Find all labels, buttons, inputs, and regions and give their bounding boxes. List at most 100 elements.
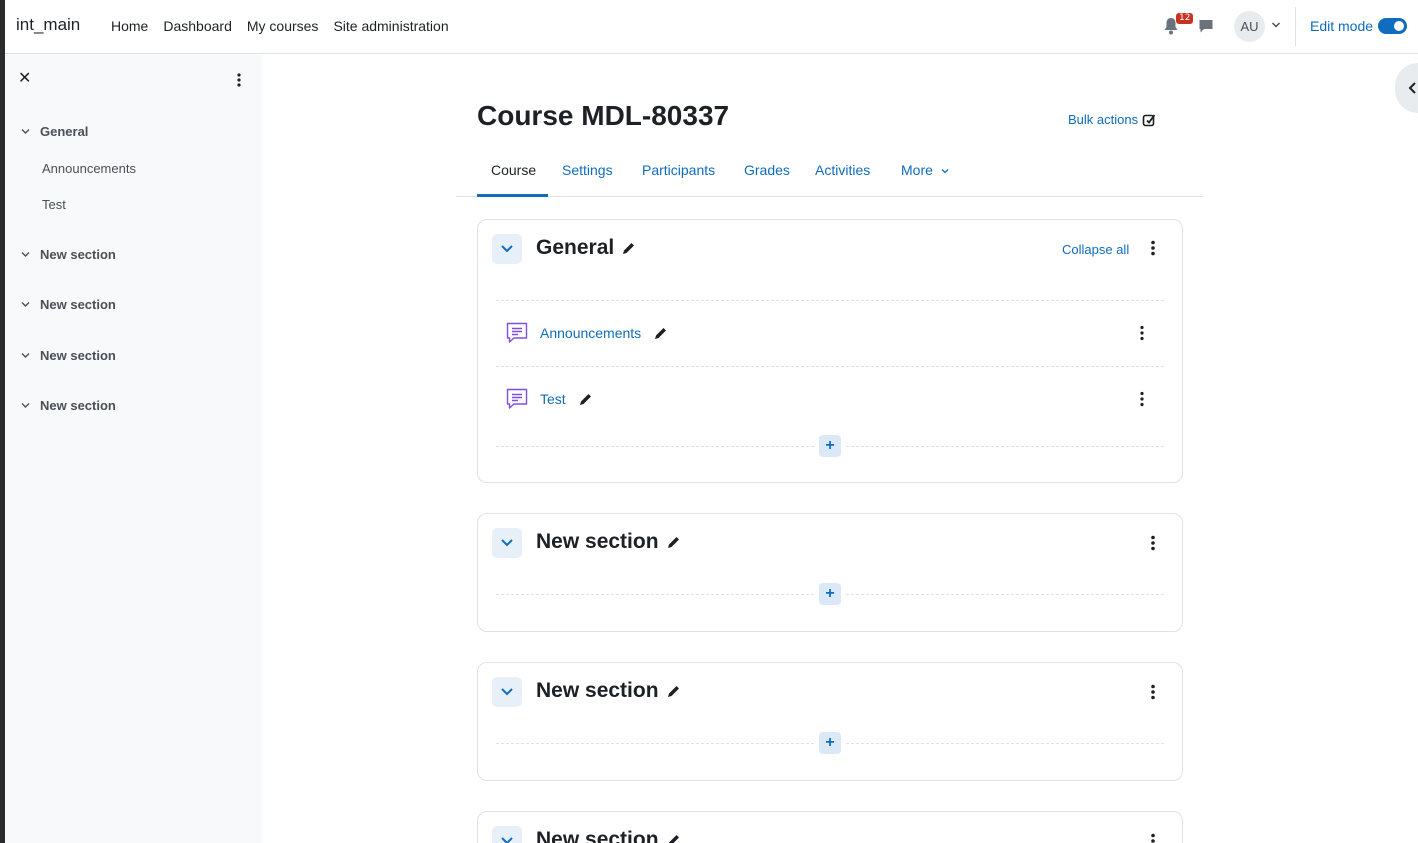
add-activity-row: + — [496, 583, 1164, 605]
kebab-menu-icon[interactable] — [1150, 240, 1156, 256]
chevron-down-icon — [941, 169, 949, 174]
course-section: New section + — [477, 513, 1183, 632]
pencil-icon[interactable] — [578, 392, 593, 407]
activity-link-announcements[interactable]: Announcements — [540, 325, 641, 341]
chevron-down-icon — [501, 837, 513, 843]
section-collapse-button[interactable] — [492, 826, 522, 843]
add-activity-button[interactable]: + — [819, 732, 841, 754]
course-section: New section + — [477, 662, 1183, 781]
nav-my-courses[interactable]: My courses — [247, 18, 319, 34]
add-activity-button[interactable]: + — [819, 583, 841, 605]
activity-link-test[interactable]: Test — [540, 391, 566, 407]
course-section-general: General Collapse all Announcements Test … — [477, 219, 1183, 483]
course-index-section-label: General — [40, 124, 89, 139]
add-activity-button[interactable]: + — [819, 435, 841, 457]
chevron-down-icon — [501, 539, 513, 547]
kebab-menu-icon[interactable] — [1150, 684, 1156, 700]
bulk-actions-label: Bulk actions — [1068, 112, 1139, 127]
tab-settings[interactable]: Settings — [562, 162, 613, 178]
notification-count-badge: 12 — [1176, 13, 1194, 24]
section-title-text: New section — [536, 828, 659, 843]
section-collapse-button[interactable] — [492, 528, 522, 558]
section-collapse-button[interactable] — [492, 677, 522, 707]
course-index-section[interactable]: New section — [21, 297, 116, 312]
course-index-section-general[interactable]: General — [21, 124, 88, 139]
nav-home[interactable]: Home — [111, 18, 148, 34]
chevron-down-icon[interactable] — [21, 127, 30, 136]
edit-mode-toggle[interactable] — [1378, 18, 1407, 34]
course-index-section[interactable]: New section — [21, 348, 116, 363]
activity-announcements: Announcements — [505, 321, 668, 345]
add-activity-row: + — [496, 732, 1164, 754]
tab-grades[interactable]: Grades — [744, 162, 790, 178]
pencil-icon[interactable] — [666, 684, 681, 699]
active-tab-indicator — [477, 194, 548, 197]
chevron-down-icon[interactable] — [21, 401, 30, 410]
kebab-menu-icon[interactable] — [1139, 325, 1145, 341]
course-index-section-label: New section — [40, 247, 116, 262]
messages-icon[interactable] — [1198, 18, 1214, 34]
divider — [496, 300, 1164, 301]
chevron-down-icon[interactable] — [1271, 20, 1281, 30]
forum-icon — [506, 322, 528, 343]
course-index-section-label: New section — [40, 398, 116, 413]
activity-test: Test — [505, 387, 593, 411]
kebab-menu-icon[interactable] — [1150, 535, 1156, 551]
chevron-down-icon — [501, 688, 513, 696]
course-section: New section — [477, 811, 1183, 843]
section-title-text: New section — [536, 679, 659, 702]
course-index-drawer: ✕ General Announcements Test New section… — [5, 55, 262, 843]
divider — [846, 446, 1164, 447]
section-title: New section — [536, 530, 681, 554]
collapse-all-link[interactable]: Collapse all — [1062, 242, 1129, 257]
tab-participants[interactable]: Participants — [642, 162, 715, 178]
divider — [496, 446, 814, 447]
section-collapse-button[interactable] — [492, 234, 522, 264]
toggle-knob — [1394, 21, 1404, 31]
navbar-divider — [1295, 7, 1296, 46]
primary-navigation: Home Dashboard My courses Site administr… — [111, 18, 464, 34]
chevron-down-icon[interactable] — [21, 250, 30, 259]
kebab-menu-icon[interactable] — [1139, 391, 1145, 407]
nav-site-administration[interactable]: Site administration — [333, 18, 448, 34]
tab-more[interactable]: More — [901, 162, 949, 178]
divider — [496, 594, 814, 595]
edit-mode-label: Edit mode — [1310, 18, 1374, 34]
chevron-down-icon[interactable] — [21, 351, 30, 360]
nav-dashboard[interactable]: Dashboard — [163, 18, 232, 34]
bulk-edit-icon — [1142, 113, 1156, 126]
kebab-menu-icon[interactable] — [1150, 833, 1156, 843]
section-title: New section — [536, 679, 681, 703]
course-index-section[interactable]: New section — [21, 247, 116, 262]
pencil-icon[interactable] — [666, 833, 681, 843]
add-activity-row: + — [496, 435, 1164, 457]
section-title-text: General — [536, 236, 615, 259]
section-title: General — [536, 236, 636, 260]
pencil-icon[interactable] — [653, 326, 668, 341]
site-brand[interactable]: int_main — [16, 15, 80, 35]
tab-more-label: More — [901, 162, 933, 178]
user-avatar[interactable]: AU — [1234, 11, 1265, 42]
course-index-item-test[interactable]: Test — [42, 197, 66, 212]
course-index-section[interactable]: New section — [21, 398, 116, 413]
block-drawer-toggle[interactable] — [1395, 63, 1418, 113]
forum-icon — [506, 388, 528, 409]
page-title: Course MDL-80337 — [477, 100, 730, 131]
chevron-down-icon[interactable] — [21, 300, 30, 309]
course-index-section-label: New section — [40, 348, 116, 363]
section-title: New section — [536, 828, 681, 843]
tab-activities[interactable]: Activities — [815, 162, 870, 178]
kebab-menu-icon[interactable] — [236, 73, 242, 87]
pencil-icon[interactable] — [666, 535, 681, 550]
secondary-navigation-tabs: Course Settings Participants Grades Acti… — [456, 150, 1203, 197]
divider — [496, 366, 1164, 367]
divider — [846, 594, 1164, 595]
course-index-item-announcements[interactable]: Announcements — [42, 161, 136, 176]
section-title-text: New section — [536, 530, 659, 553]
divider — [496, 743, 814, 744]
tab-course[interactable]: Course — [491, 162, 536, 178]
bulk-actions-button[interactable]: Bulk actions — [1068, 112, 1156, 127]
chevron-down-icon — [501, 245, 513, 253]
close-icon[interactable]: ✕ — [18, 71, 32, 87]
pencil-icon[interactable] — [621, 241, 636, 256]
